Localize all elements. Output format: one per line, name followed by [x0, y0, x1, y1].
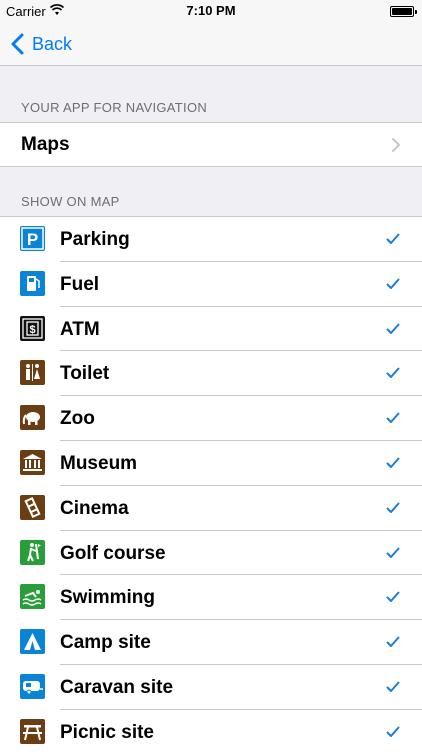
item-label: Fuel — [60, 273, 100, 295]
cinema-icon — [20, 494, 45, 520]
list-item-camp-site[interactable]: Camp site — [0, 620, 422, 665]
map-section-header: SHOW ON MAP — [21, 194, 120, 209]
parking-icon: P — [20, 226, 45, 251]
checkmark-icon — [386, 457, 400, 468]
elephant-icon — [20, 405, 45, 431]
checkmark-icon — [386, 546, 400, 558]
list-item-parking[interactable]: P Parking — [0, 217, 422, 262]
toilet-icon — [20, 360, 45, 386]
golf-icon — [20, 539, 45, 565]
list-item-fuel[interactable]: Fuel — [0, 262, 422, 307]
list-item-picnic-site[interactable]: Picnic site — [0, 710, 422, 755]
chevron-left-icon — [11, 33, 24, 55]
list-item-swimming[interactable]: Swimming — [0, 575, 422, 620]
tent-icon — [20, 629, 45, 655]
navigation-app-value: Maps — [21, 134, 70, 155]
fuel-icon — [20, 270, 45, 296]
navigation-app-group: Maps — [0, 122, 422, 167]
back-button[interactable]: Back — [10, 30, 72, 58]
item-label: Caravan site — [60, 676, 174, 698]
checkmark-icon — [386, 278, 400, 289]
list-item-atm[interactable]: $ ATM — [0, 307, 422, 352]
item-label: Cinema — [60, 497, 129, 519]
navigation-bar: Back — [0, 22, 422, 66]
checkmark-icon — [386, 367, 400, 379]
item-label: Parking — [60, 229, 130, 250]
item-label: Swimming — [60, 587, 156, 609]
atm-icon: $ — [20, 315, 45, 341]
checkmark-icon — [386, 322, 400, 334]
checkmark-icon — [386, 502, 400, 513]
list-item-toilet[interactable]: Toilet — [0, 351, 422, 396]
list-item-museum[interactable]: Museum — [0, 441, 422, 486]
item-label: Zoo — [60, 408, 95, 430]
navigation-app-row[interactable]: Maps — [0, 123, 422, 167]
item-label: Museum — [60, 452, 138, 474]
checkmark-icon — [386, 233, 400, 244]
checkmark-icon — [386, 681, 400, 692]
list-item-zoo[interactable]: Zoo — [0, 396, 422, 441]
list-item-golf-course[interactable]: Golf course — [0, 531, 422, 576]
checkmark-icon — [386, 726, 400, 737]
list-item-cinema[interactable]: Cinema — [0, 486, 422, 531]
picnic-table-icon — [20, 718, 45, 744]
checkmark-icon — [386, 636, 400, 648]
item-label: Golf course — [60, 542, 166, 564]
checkmark-icon — [386, 412, 400, 424]
map-items-list: P Parking Fuel $ ATM Toilet Zoo Museum C… — [0, 216, 422, 756]
svg-text:$: $ — [29, 324, 35, 336]
status-time: 7:10 PM — [186, 3, 236, 18]
navigation-section-header: YOUR APP FOR NAVIGATION — [21, 100, 208, 115]
svg-text:P: P — [27, 230, 38, 249]
checkmark-icon — [386, 591, 400, 603]
back-label: Back — [32, 33, 73, 54]
item-label: Toilet — [60, 363, 110, 385]
item-label: Picnic site — [60, 721, 154, 743]
museum-icon — [20, 449, 45, 475]
battery-icon — [390, 6, 417, 17]
chevron-right-icon — [392, 138, 400, 152]
swimming-icon — [20, 584, 45, 610]
item-label: Camp site — [60, 632, 151, 654]
caravan-icon — [20, 673, 45, 699]
list-item-caravan-site[interactable]: Caravan site — [0, 665, 422, 710]
status-bar: Carrier 7:10 PM — [0, 0, 422, 22]
item-label: ATM — [60, 318, 100, 340]
